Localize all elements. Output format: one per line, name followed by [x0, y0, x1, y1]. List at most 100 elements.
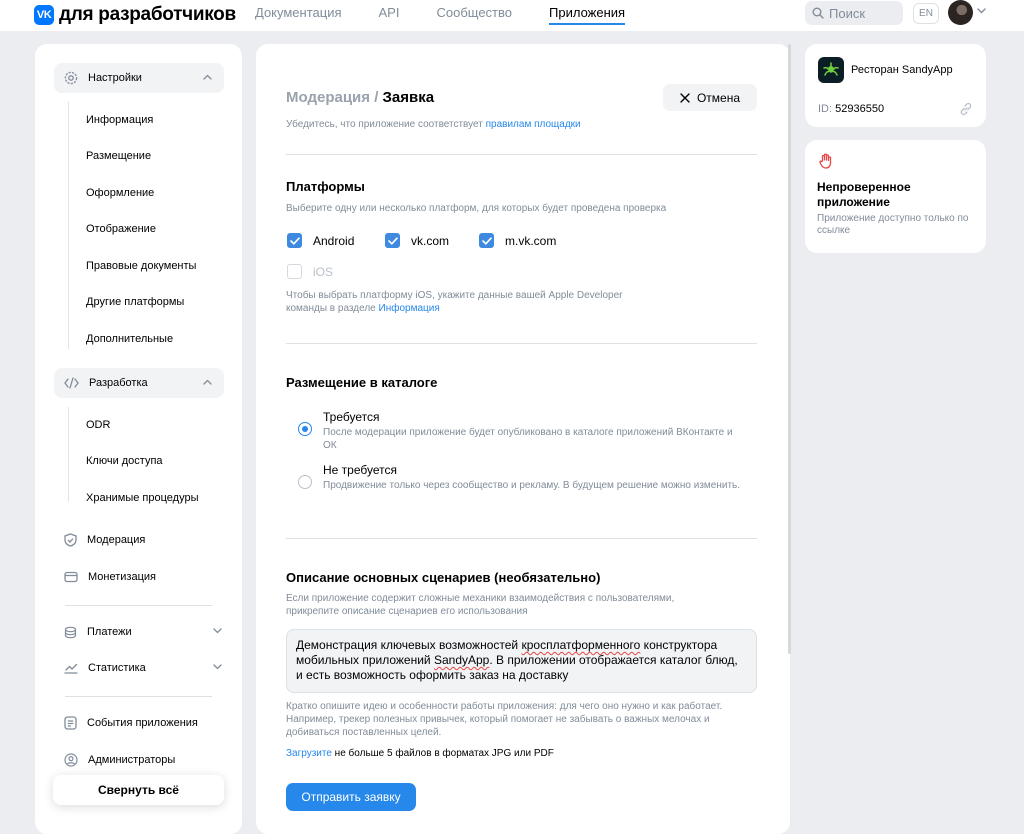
logo[interactable]: VK для разработчиков: [34, 4, 236, 26]
scrollbar[interactable]: [788, 44, 791, 654]
upload-text: не больше 5 файлов в форматах JPG или PD…: [331, 748, 554, 759]
logo-text: для разработчиков: [59, 4, 236, 25]
radio-required-desc: После модерации приложение будет опублик…: [323, 427, 733, 451]
sidebar-item-legal[interactable]: Правовые документы: [86, 260, 196, 272]
checkbox-label: m.vk.com: [505, 233, 557, 248]
ios-note: Чтобы выбрать платформу iOS, укажите дан…: [286, 289, 706, 315]
sidebar-group-dev[interactable]: Разработка: [54, 368, 224, 398]
platforms-hint: Выберите одну или несколько платформ, дл…: [286, 203, 667, 214]
info-link[interactable]: Информация: [379, 303, 440, 314]
cancel-label: Отмена: [696, 90, 741, 105]
sidebar-item-admins[interactable]: Администраторы: [64, 750, 224, 770]
scenarios-textarea[interactable]: Демонстрация ключевых возможностей кросп…: [286, 629, 757, 693]
chevron-up-icon: [203, 379, 212, 385]
nav-api[interactable]: API: [379, 0, 400, 25]
sidebar-item-label: Платежи: [87, 626, 132, 638]
spelling-error: кросплатформенного: [521, 638, 641, 652]
sidebar-group-settings[interactable]: Настройки: [54, 63, 224, 93]
shield-icon: [64, 533, 77, 547]
platforms-title: Платформы: [286, 179, 365, 194]
sidebar-item-additional[interactable]: Дополнительные: [86, 333, 173, 345]
breadcrumb: Модерация / Заявка: [286, 89, 434, 106]
chevron-down-icon: [213, 664, 222, 670]
sidebar-item-moderation[interactable]: Модерация: [64, 530, 224, 550]
top-bar: VK для разработчиков Документация API Со…: [0, 0, 1024, 31]
vk-logo-icon: VK: [34, 5, 54, 25]
sidebar-item-placement[interactable]: Размещение: [86, 150, 151, 162]
status-title: Непроверенное приложение: [817, 180, 911, 209]
nav-apps[interactable]: Приложения: [549, 0, 626, 25]
spelling-error: SandyApp: [433, 653, 490, 667]
checkbox-vkcom[interactable]: vk.com: [385, 233, 449, 248]
radio-not-required-label: Не требуется: [323, 463, 397, 477]
sidebar-item-display[interactable]: Отображение: [86, 223, 156, 235]
radio-required[interactable]: [298, 422, 312, 436]
nav-community[interactable]: Сообщество: [436, 0, 512, 25]
sidebar-item-stats[interactable]: Статистика: [64, 658, 224, 678]
submit-button[interactable]: Отправить заявку: [286, 783, 416, 811]
chevron-down-icon: [213, 628, 222, 634]
nav-docs[interactable]: Документация: [255, 0, 342, 25]
user-icon: [64, 753, 78, 767]
tree-line: [68, 102, 69, 349]
scenarios-hint: Если приложение содержит сложные механик…: [286, 593, 675, 617]
divider: [286, 538, 757, 539]
checkbox-label: iOS: [313, 264, 334, 279]
rules-link[interactable]: правилам площадки: [486, 119, 581, 130]
search-placeholder: Поиск: [829, 5, 866, 21]
avatar[interactable]: [948, 0, 973, 25]
divider: [286, 154, 757, 155]
sidebar-item-keys[interactable]: Ключи доступа: [86, 455, 163, 467]
app-name: Ресторан SandyApp: [851, 64, 953, 76]
ios-note-line-1: Чтобы выбрать платформу iOS, укажите дан…: [286, 290, 623, 301]
sidebar-item-payments[interactable]: Платежи: [64, 622, 224, 642]
checkbox-android[interactable]: Android: [287, 233, 354, 248]
sidebar-group-label: Разработка: [89, 377, 148, 389]
sidebar-item-design[interactable]: Оформление: [86, 187, 154, 199]
checkbox-label: vk.com: [411, 233, 450, 248]
language-button[interactable]: EN: [913, 3, 939, 24]
ios-note-line-2: команды в разделе Информация: [286, 302, 706, 315]
sidebar-item-info[interactable]: Информация: [86, 114, 153, 126]
sidebar-item-odr[interactable]: ODR: [86, 419, 110, 431]
textarea-text: Демонстрация ключевых возможностей: [296, 638, 522, 652]
list-icon: [64, 716, 77, 730]
link-icon[interactable]: [959, 102, 973, 116]
cancel-button[interactable]: Отмена: [663, 84, 757, 111]
divider: [65, 605, 212, 606]
checkbox-checked-icon: [287, 233, 302, 248]
intro-text-body: Убедитесь, что приложение соответствует: [286, 119, 486, 130]
collapse-all-button[interactable]: Свернуть всё: [53, 775, 224, 805]
status-card: Непроверенное приложение Приложение дост…: [805, 140, 986, 253]
checkbox-mvkcom[interactable]: m.vk.com: [479, 233, 556, 248]
sidebar: Настройки Информация Размещение Оформлен…: [35, 44, 242, 834]
checkbox-checked-icon: [385, 233, 400, 248]
chevron-down-icon[interactable]: [977, 8, 986, 14]
scenarios-help: Кратко опишите идею и особенности работы…: [286, 701, 723, 738]
moderation-form: Модерация / Заявка Отмена Убедитесь, что…: [256, 44, 790, 834]
sidebar-item-procedures[interactable]: Хранимые процедуры: [86, 492, 199, 504]
hand-stop-icon: [819, 153, 832, 169]
wallet-icon: [64, 571, 78, 583]
sidebar-item-label: Монетизация: [88, 571, 156, 583]
intro-text: Убедитесь, что приложение соответствует …: [286, 118, 581, 131]
radio-not-required[interactable]: [298, 475, 312, 489]
main-nav: Документация API Сообщество Приложения: [255, 0, 662, 31]
sidebar-item-label: Модерация: [87, 534, 146, 546]
sidebar-item-platforms[interactable]: Другие платформы: [86, 296, 184, 308]
upload-link[interactable]: Загрузите: [286, 748, 332, 759]
divider: [65, 696, 212, 697]
sidebar-item-monetization[interactable]: Монетизация: [64, 567, 224, 587]
page-title: Заявка: [382, 89, 435, 106]
search-input[interactable]: Поиск: [805, 1, 903, 25]
sidebar-item-label: События приложения: [87, 717, 198, 729]
chart-icon: [64, 663, 78, 674]
scenarios-title: Описание основных сценариев (необязатель…: [286, 570, 601, 585]
checkbox-empty-icon: [287, 264, 302, 279]
code-icon: [64, 377, 79, 389]
sidebar-item-events[interactable]: События приложения: [64, 713, 224, 733]
breadcrumb-parent[interactable]: Модерация /: [286, 89, 378, 106]
sidebar-item-label: Статистика: [88, 662, 146, 674]
divider: [286, 343, 757, 344]
checkbox-ios[interactable]: iOS: [287, 264, 333, 279]
